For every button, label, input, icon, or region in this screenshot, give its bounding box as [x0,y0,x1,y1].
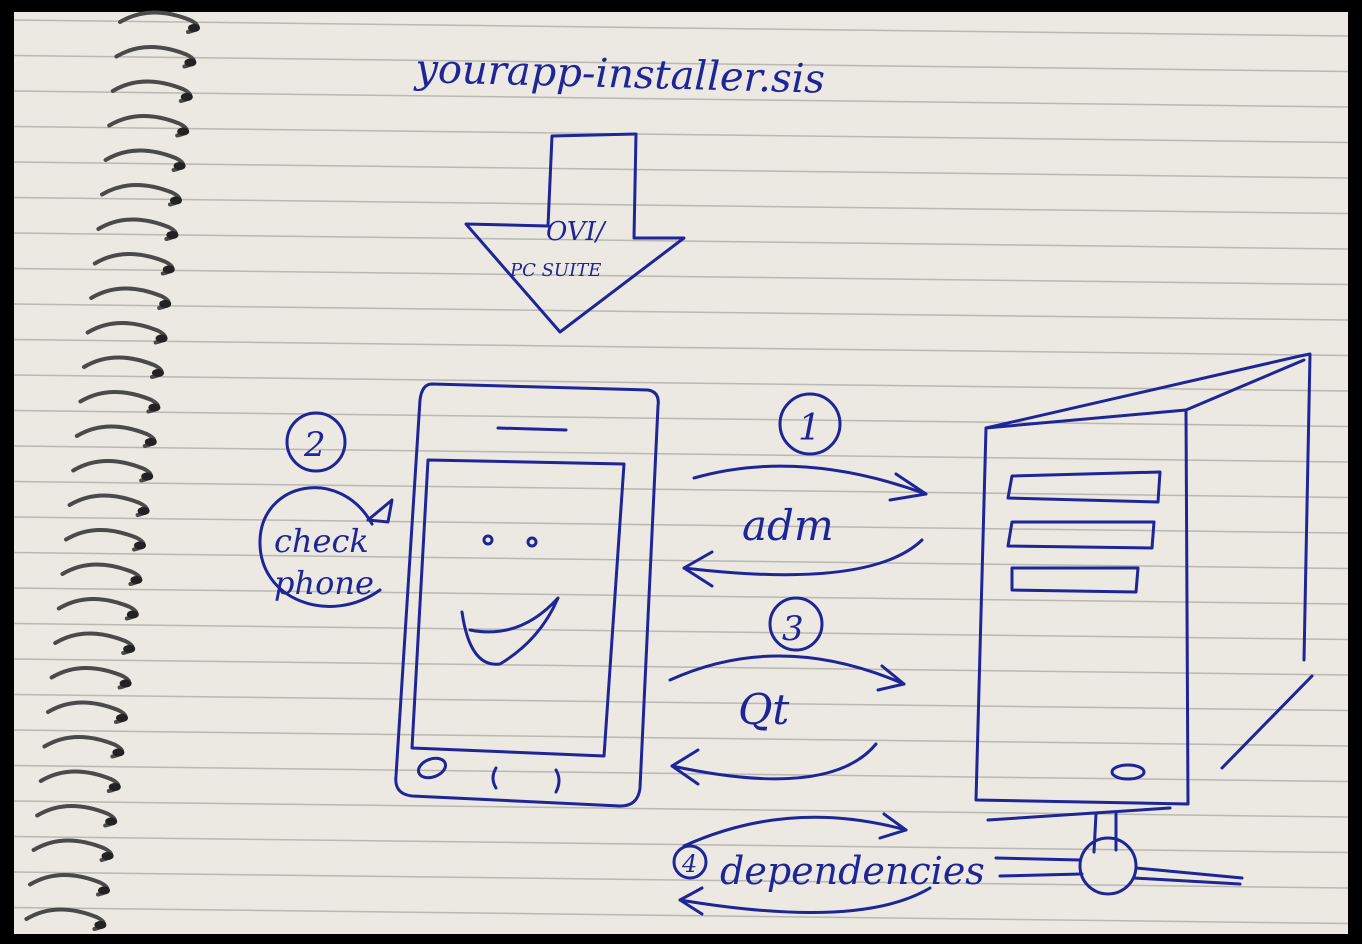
spiral-hole [116,714,128,722]
spiral-hole [141,472,154,481]
sketch-canvas: yourapp-installer.sis OVI/ PC SUITE 2 ch… [0,0,1362,944]
spiral-hole [105,817,118,826]
phone-speaker [496,426,568,432]
notebook-page: yourapp-installer.sis OVI/ PC SUITE 2 ch… [0,0,1362,944]
spiral-hole [137,507,150,515]
step3-number: 3 [782,609,804,649]
spiral-hole [108,783,121,791]
step2-label-check: check [274,522,369,560]
spiral-hole [101,852,114,860]
step4-label: dependencies [720,849,985,893]
spiral-hole [155,334,168,343]
spiral-hole [180,93,193,101]
spiral-hole [148,403,161,412]
step2-number: 2 [303,425,326,465]
spiral-hole [119,679,132,688]
download-label-pc-suite: PC SUITE [509,260,601,281]
step1-label: adm [742,501,834,550]
spiral-hole [188,24,200,32]
download-label-ovi: OVI/ [546,217,607,247]
spiral-hole [130,576,143,584]
spiral-hole [144,438,157,446]
spiral-hole [94,921,107,929]
step2-label-phone: phone [274,564,374,602]
spiral-hole [162,265,175,274]
spiral-hole [177,127,190,136]
step1-number: 1 [798,408,821,449]
spiral-hole [98,886,110,895]
spiral-hole [112,748,125,757]
spiral-hole [159,300,172,308]
step4-number: 4 [681,850,697,878]
spiral-hole [123,645,136,653]
spiral-hole [152,369,164,377]
spiral-hole [166,231,179,239]
spiral-hole [170,196,182,205]
spiral-hole [134,541,146,550]
spiral-hole [126,610,139,619]
spiral-hole [184,58,197,67]
step3-label: Qt [738,685,789,734]
spiral-hole [173,162,186,170]
